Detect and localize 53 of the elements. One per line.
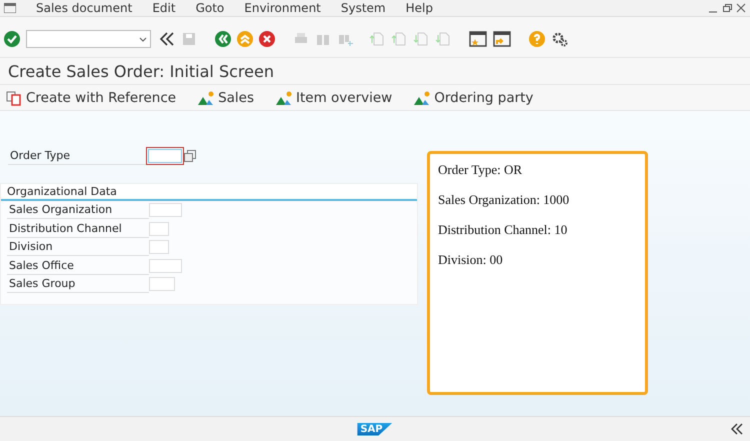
menu-icon[interactable] [4,3,16,13]
back-icon[interactable] [215,31,231,47]
menu-item[interactable]: Sales document [36,1,132,15]
toolbar-button[interactable]: Ordering party [414,90,534,106]
field-label: Distribution Channel [7,220,149,238]
toolbar-button[interactable]: Sales [198,90,254,106]
next-page-icon[interactable] [413,31,429,47]
logo: SAP [357,422,393,436]
person-mountain-icon [198,90,214,104]
note-text: Sales Organization: 1000 [438,192,570,208]
value-help-icon[interactable] [184,150,196,162]
input-field[interactable] [149,277,175,292]
field-label: Sales Organization [7,201,149,220]
double-chevron-icon[interactable] [730,422,744,436]
first-page-icon[interactable] [369,31,385,47]
settings-icon[interactable] [551,31,569,47]
input-field[interactable] [149,258,182,273]
field-label: Sales Office [7,256,149,275]
double-chevron-icon[interactable] [159,31,175,47]
last-page-icon[interactable] [435,31,451,47]
exit-icon[interactable] [237,31,253,47]
field-label: Division [7,238,149,256]
copy-icon [6,90,22,106]
input-field[interactable] [149,222,169,236]
previous-page-icon[interactable] [391,31,407,47]
toolbar-button[interactable]: Item overview [276,90,392,106]
note-text: Division: 00 [438,252,504,268]
caret-icon[interactable] [139,36,147,42]
input-field[interactable] [149,240,169,254]
menu-item[interactable]: Environment [244,1,321,15]
command-field[interactable] [26,30,151,48]
menu-item[interactable]: Goto [196,1,224,15]
toolbar-button[interactable]: Create with Reference [6,90,176,106]
check-icon[interactable] [4,31,20,47]
restore-icon[interactable] [722,3,732,13]
shortcut-icon[interactable] [493,31,511,47]
menu-item[interactable]: Edit [152,1,176,15]
close-icon[interactable] [736,3,746,13]
help-icon[interactable] [529,31,545,47]
order-type-field[interactable] [148,149,182,163]
cancel-icon[interactable] [259,31,275,47]
new-window-icon[interactable] [469,31,487,47]
person-mountain-icon [276,90,292,104]
note-text: Distribution Channel: 10 [438,222,568,238]
field-label: Sales Group [7,275,149,294]
screen-title: Create Sales Order: Initial Screen [0,57,750,85]
person-mountain-icon [414,90,430,104]
group-title: Organizational Data [1,184,417,201]
input-field[interactable] [149,203,182,218]
menu-item[interactable]: System [340,1,386,15]
save-icon[interactable] [181,31,197,47]
note-text: Order Type: OR [438,162,524,178]
menu-item[interactable]: Help [406,1,433,15]
